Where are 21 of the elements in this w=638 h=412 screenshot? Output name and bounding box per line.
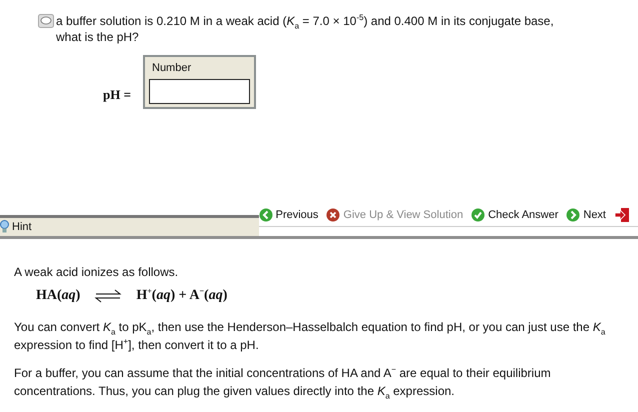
comment-icon[interactable] bbox=[38, 14, 54, 28]
close-icon bbox=[326, 208, 340, 222]
equilibrium-arrow-icon bbox=[94, 289, 122, 303]
answer-label: pH = bbox=[103, 87, 131, 104]
hint-paragraph: For a buffer, you can assume that the initial concentrations of HA and A$^{−}$ are equal to their equilibrium concentrations. Thus, you can plug the given values directly into the K$_{a}$ expression. bbox=[14, 364, 552, 400]
exit-icon bbox=[614, 207, 630, 223]
answer-input[interactable] bbox=[149, 79, 250, 104]
exit-button[interactable] bbox=[614, 207, 630, 223]
check-icon bbox=[471, 208, 486, 222]
hint-label: Hint bbox=[12, 221, 32, 233]
lightbulb-icon bbox=[0, 220, 9, 234]
hint-paragraph: You can convert K$_{a}$ to pK$_{a}$, then use the Henderson–Hasselbalch equation to find pH, or you can just use the K$_{a}$ expression to find [H$^{+}$], then convert it to a pH. bbox=[14, 319, 606, 354]
equation-products: H$^{+}$(aq) + A$^{−}$(aq) bbox=[136, 288, 228, 304]
action-button[interactable]: Previous bbox=[258, 208, 318, 222]
hint-tab[interactable]: Hint bbox=[0, 215, 259, 236]
panel-title: Number bbox=[151, 62, 192, 74]
question-text: a buffer solution is 0.210 M in a weak acid (K$_{a}$ = 7.0 × 10$^{-5}$) and 0.400 M in its conjugate base, what is the pH? bbox=[56, 13, 555, 45]
equation-reactant: HA(aq) bbox=[36, 288, 80, 304]
hint-intro: A weak acid ionizes as follows. bbox=[14, 264, 180, 281]
action-button[interactable]: Next bbox=[566, 208, 606, 222]
action-button[interactable]: Check Answer bbox=[471, 208, 558, 222]
